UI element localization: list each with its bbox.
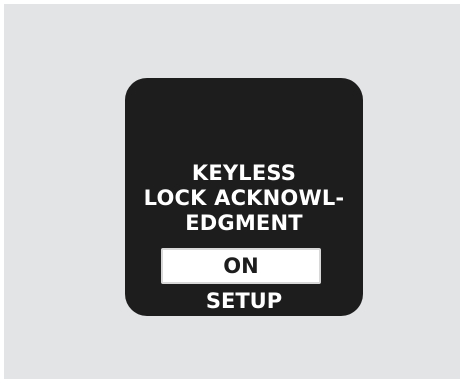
display-screen: KEYLESS LOCK ACKNOWL- EDGMENT ON SETUP — [125, 78, 363, 316]
title-line-1: KEYLESS — [191, 161, 297, 185]
background-panel: KEYLESS LOCK ACKNOWL- EDGMENT ON SETUP — [4, 4, 460, 379]
title-line-3: EDGMENT — [185, 211, 303, 235]
selected-value-box[interactable]: ON — [161, 248, 321, 284]
title-line-2: LOCK ACKNOWL- — [143, 186, 345, 210]
setup-label[interactable]: SETUP — [125, 288, 363, 314]
